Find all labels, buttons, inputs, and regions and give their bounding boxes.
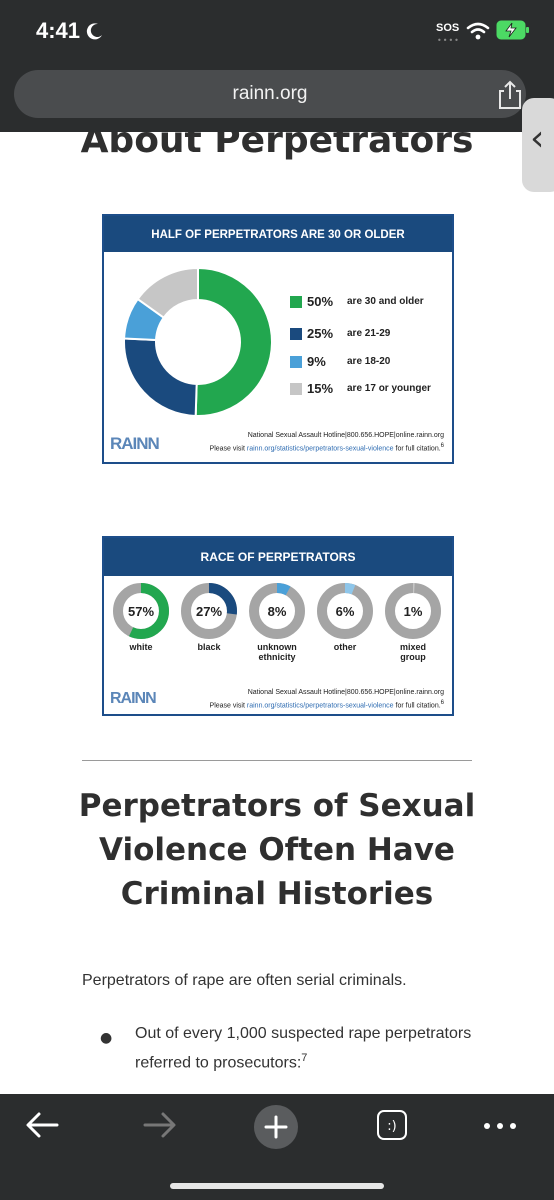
forward-arrow-icon[interactable] <box>142 1110 178 1140</box>
paragraph: Perpetrators of rape are often serial cr… <box>82 972 407 989</box>
plus-icon <box>264 1115 288 1139</box>
hotline-line: National Sexual Assault Hotline|800.656.… <box>247 432 444 439</box>
race-item-4: 1% mixed group <box>378 582 448 662</box>
legend-swatch <box>290 355 302 368</box>
ellipsis-menu-icon[interactable] <box>482 1122 518 1130</box>
race-label: black <box>197 642 221 652</box>
legend-swatch <box>290 327 302 340</box>
legend-item-18-20: 9% are 18-20 <box>290 354 390 369</box>
citation-link[interactable]: rainn.org/statistics/perpetrators-sexual… <box>247 702 394 709</box>
bullet-dot: ● <box>100 1030 113 1046</box>
citation-prefix: Please visit <box>209 445 247 453</box>
footnote-ref[interactable]: 7 <box>301 1052 307 1064</box>
race-label: unknown <box>257 642 297 652</box>
legend-swatch <box>290 295 302 308</box>
legend-pct: 15% <box>307 381 334 396</box>
race-donut-1: 27% <box>181 583 237 639</box>
citation-link[interactable]: rainn.org/statistics/perpetrators-sexual… <box>247 445 394 452</box>
legend-pct: 50% <box>307 294 334 309</box>
race-label: other <box>333 642 357 652</box>
race-pct: 6% <box>336 604 355 619</box>
url-text[interactable]: rainn.org <box>14 83 526 105</box>
tabs-switcher-button[interactable]: :) <box>377 1110 407 1140</box>
bullet-text: Out of every 1,000 suspected rape perpet… <box>135 1025 472 1072</box>
citation-sup: 6 <box>440 443 444 449</box>
donut-slice-1 <box>123 337 198 417</box>
donut-slice-0 <box>194 266 273 417</box>
legend-label: are 21-29 <box>347 328 391 339</box>
citation-line: Please visit rainn.org/statistics/perpet… <box>124 698 444 711</box>
signal-dots: •••• <box>437 36 460 45</box>
legend-item-17-younger: 15% are 17 or younger <box>290 381 431 396</box>
race-item-0: 57% white <box>106 582 176 652</box>
race-donut-2: 8% <box>249 583 305 639</box>
back-arrow-icon[interactable] <box>24 1110 60 1140</box>
legend-pct: 25% <box>307 326 334 341</box>
web-content: About Perpetrators HALF OF PERPETRATORS … <box>0 132 554 1094</box>
wifi-icon <box>466 22 490 40</box>
share-icon[interactable] <box>496 80 524 110</box>
legend-label: are 18-20 <box>347 356 391 367</box>
chevron-left-icon: ‹ <box>530 118 545 159</box>
status-bar: 4:41 SOS •••• <box>0 0 554 64</box>
do-not-disturb-icon <box>86 23 102 40</box>
race-pct: 8% <box>268 604 287 619</box>
race-label-line2: group <box>400 652 426 662</box>
citation-line: Please visit rainn.org/statistics/perpet… <box>124 441 444 454</box>
side-panel-handle[interactable]: ‹ <box>522 98 554 192</box>
age-infographic-title: HALF OF PERPETRATORS ARE 30 OR OLDER <box>104 216 452 252</box>
race-label-line2: ethnicity <box>258 652 296 662</box>
legend-swatch <box>290 382 302 395</box>
legend-item-30-older: 50% are 30 and older <box>290 294 424 309</box>
new-tab-button[interactable] <box>254 1105 298 1149</box>
status-time: 4:41 <box>36 18 81 43</box>
home-indicator <box>170 1183 384 1189</box>
race-item-3: 6% other <box>310 582 380 652</box>
race-pct: 57% <box>128 604 154 619</box>
race-donut-3: 6% <box>317 583 373 639</box>
citation-suffix: for full citation. <box>393 445 441 453</box>
citation-sup: 6 <box>440 700 444 706</box>
race-item-1: 27% black <box>174 582 244 652</box>
section-divider <box>82 760 472 761</box>
address-bar[interactable]: rainn.org <box>14 70 526 118</box>
legend-pct: 9% <box>307 354 326 369</box>
bullet-item: Out of every 1,000 suspected rape perpet… <box>135 1022 515 1075</box>
race-infographic: RACE OF PERPETRATORS 57% white 27% black 8% u… <box>102 536 454 716</box>
age-donut-chart <box>123 266 273 417</box>
legend-label: are 30 and older <box>347 296 424 307</box>
section-heading: About Perpetrators <box>80 132 474 161</box>
citation-suffix: for full citation. <box>393 702 441 710</box>
race-item-2: 8% unknown ethnicity <box>242 582 312 662</box>
race-infographic-footer: National Sexual Assault Hotline|800.656.… <box>124 687 444 711</box>
hotline-line: National Sexual Assault Hotline|800.656.… <box>247 689 444 696</box>
race-donut-4: 1% <box>385 583 441 639</box>
age-infographic: HALF OF PERPETRATORS ARE 30 OR OLDER 50%… <box>102 214 454 464</box>
race-pct: 1% <box>404 604 423 619</box>
legend-label: are 17 or younger <box>347 383 431 394</box>
legend-item-21-29: 25% are 21-29 <box>290 326 390 341</box>
battery-charging-icon <box>496 20 529 40</box>
sos-indicator: SOS <box>436 22 460 34</box>
race-label: mixed <box>399 642 426 652</box>
section-heading-criminal-histories: Perpetrators of Sexual Violence Often Ha… <box>78 788 476 912</box>
race-donut-0: 57% <box>113 583 169 639</box>
race-infographic-title: RACE OF PERPETRATORS <box>104 538 452 576</box>
citation-prefix: Please visit <box>209 702 247 710</box>
race-pct: 27% <box>196 604 222 619</box>
race-label: white <box>129 642 153 652</box>
age-infographic-footer: National Sexual Assault Hotline|800.656.… <box>124 430 444 454</box>
